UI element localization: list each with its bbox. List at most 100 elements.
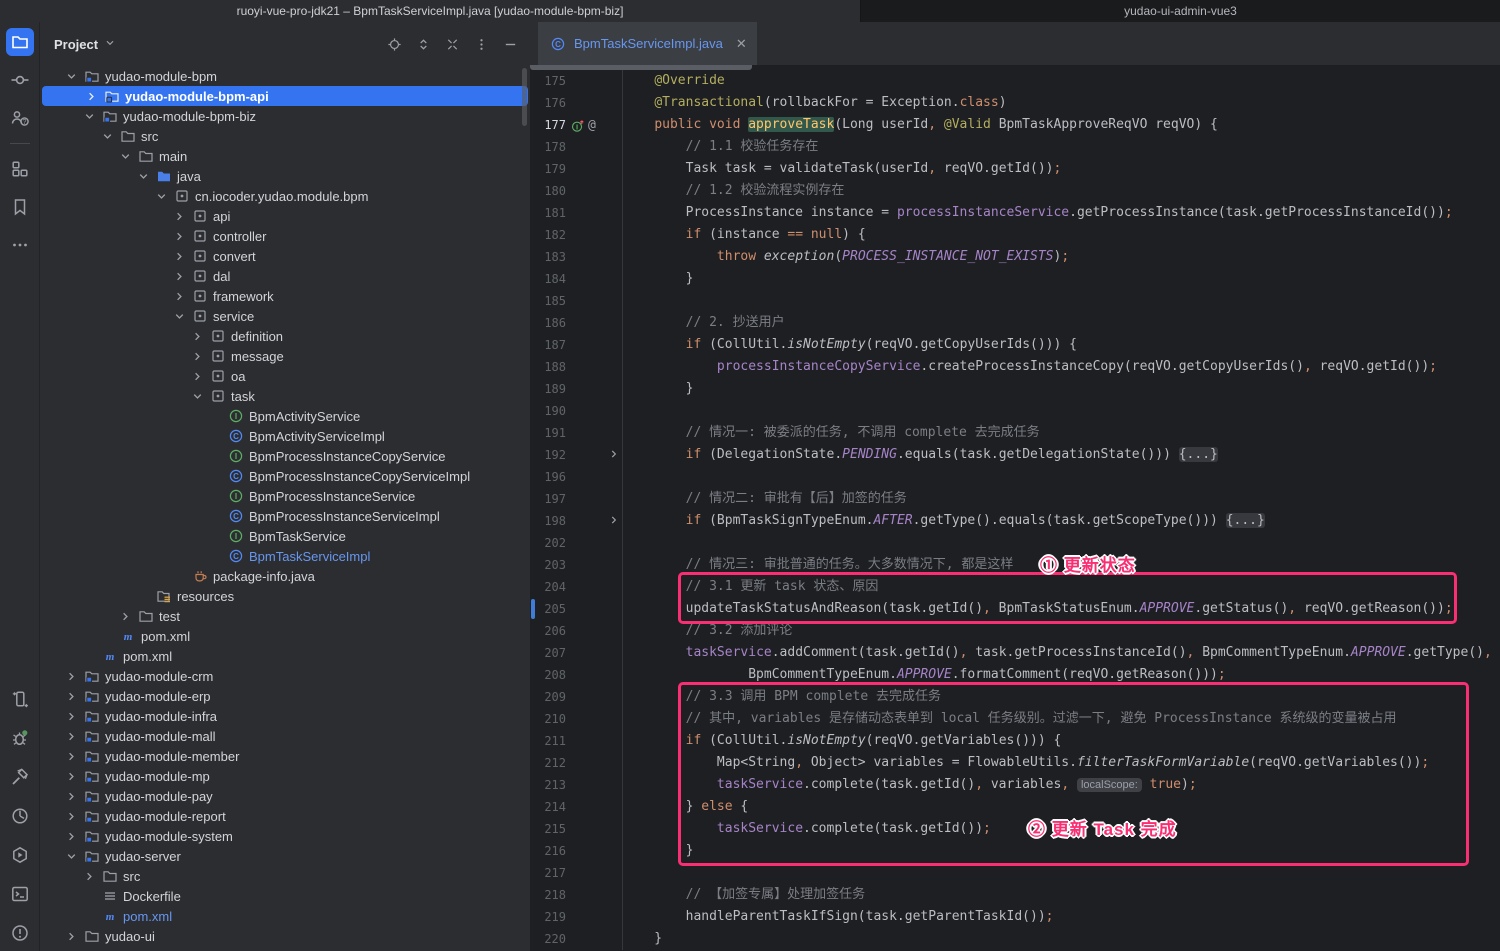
tab-close-icon[interactable]: ✕ — [736, 36, 747, 52]
code-line-207[interactable]: 207 taskService.addComment(task.getId(),… — [530, 642, 1500, 664]
chevron-right-icon[interactable] — [190, 368, 210, 384]
tree-item-yudao-module-member[interactable]: yudao-module-member — [40, 746, 530, 766]
tree-item-yudao-module-mp[interactable]: yudao-module-mp — [40, 766, 530, 786]
activity-commit-button[interactable] — [6, 66, 34, 94]
code-line-197[interactable]: 197 // 情况二: 审批有【后】加签的任务 — [530, 488, 1500, 510]
tree-item-main[interactable]: main — [40, 146, 530, 166]
code-line-218[interactable]: 218 // 【加签专属】处理加签任务 — [530, 884, 1500, 906]
tree-item-java[interactable]: java — [40, 166, 530, 186]
code-line-196[interactable]: 196 — [530, 466, 1500, 488]
project-panel-title[interactable]: Project — [54, 36, 117, 53]
code-line-219[interactable]: 219 handleParentTaskIfSign(task.getParen… — [530, 906, 1500, 928]
code-line-183[interactable]: 183 throw exception(PROCESS_INSTANCE_NOT… — [530, 246, 1500, 268]
activity-services-button[interactable] — [6, 841, 34, 869]
code-line-215[interactable]: 215 taskService.complete(task.getId()); — [530, 818, 1500, 840]
tree-item-oa[interactable]: oa — [40, 366, 530, 386]
fold-marker-icon[interactable] — [607, 513, 621, 531]
code-line-203[interactable]: 203 // 情况三: 审批普通的任务。大多数情况下, 都是这样 — [530, 554, 1500, 576]
tree-item-bpmprocessinstancecopyservice[interactable]: IBpmProcessInstanceCopyService — [40, 446, 530, 466]
chevron-down-icon[interactable] — [136, 168, 156, 184]
tree-item-bpmprocessinstanceserviceimpl[interactable]: CBpmProcessInstanceServiceImpl — [40, 506, 530, 526]
chevron-right-icon[interactable] — [84, 88, 104, 104]
tree-item-pom-xml[interactable]: mpom.xml — [40, 906, 530, 926]
code-line-188[interactable]: 188 processInstanceCopyService.createPro… — [530, 356, 1500, 378]
tree-item-framework[interactable]: framework — [40, 286, 530, 306]
chevron-down-icon[interactable] — [172, 308, 192, 324]
code-line-186[interactable]: 186 // 2. 抄送用户 — [530, 312, 1500, 334]
expand-all-icon[interactable] — [415, 36, 431, 52]
locate-icon[interactable] — [386, 36, 402, 52]
tree-item-bpmtaskservice[interactable]: IBpmTaskService — [40, 526, 530, 546]
chevron-right-icon[interactable] — [190, 348, 210, 364]
chevron-right-icon[interactable] — [172, 228, 192, 244]
tree-item-src[interactable]: src — [40, 866, 530, 886]
tree-item-package-info-java[interactable]: package-info.java — [40, 566, 530, 586]
code-line-187[interactable]: 187 if (CollUtil.isNotEmpty(reqVO.getCop… — [530, 334, 1500, 356]
collapse-all-icon[interactable] — [444, 36, 460, 52]
chevron-right-icon[interactable] — [64, 748, 84, 764]
chevron-right-icon[interactable] — [64, 928, 84, 944]
tree-item-src[interactable]: src — [40, 126, 530, 146]
code-line-220[interactable]: 220 } — [530, 928, 1500, 950]
code-line-180[interactable]: 180 // 1.2 校验流程实例存在 — [530, 180, 1500, 202]
code-line-206[interactable]: 206 // 3.2 添加评论 — [530, 620, 1500, 642]
tree-item-dal[interactable]: dal — [40, 266, 530, 286]
tree-item-convert[interactable]: convert — [40, 246, 530, 266]
project-panel-scrollbar[interactable] — [522, 68, 527, 126]
code-line-209[interactable]: 209 // 3.3 调用 BPM complete 去完成任务 — [530, 686, 1500, 708]
chevron-right-icon[interactable] — [172, 268, 192, 284]
activity-debug-button[interactable] — [6, 724, 34, 752]
hide-icon[interactable] — [502, 36, 518, 52]
tree-item-dockerfile[interactable]: Dockerfile — [40, 886, 530, 906]
code-line-202[interactable]: 202 — [530, 532, 1500, 554]
code-line-177[interactable]: 177I@ public void approveTask(Long userI… — [530, 114, 1500, 136]
tree-item-cn-iocoder-yudao-module-bpm[interactable]: cn.iocoder.yudao.module.bpm — [40, 186, 530, 206]
chevron-right-icon[interactable] — [64, 708, 84, 724]
chevron-down-icon[interactable] — [64, 68, 84, 84]
code-line-178[interactable]: 178 // 1.1 校验任务存在 — [530, 136, 1500, 158]
chevron-right-icon[interactable] — [118, 608, 138, 624]
activity-project-button[interactable] — [6, 28, 34, 56]
tree-item-pom-xml[interactable]: mpom.xml — [40, 626, 530, 646]
code-line-184[interactable]: 184 } — [530, 268, 1500, 290]
activity-terminal-button[interactable] — [6, 880, 34, 908]
chevron-down-icon[interactable] — [118, 148, 138, 164]
tree-item-yudao-module-mall[interactable]: yudao-module-mall — [40, 726, 530, 746]
tree-item-yudao-module-bpm[interactable]: yudao-module-bpm — [40, 66, 530, 86]
chevron-down-icon[interactable] — [82, 108, 102, 124]
chevron-right-icon[interactable] — [172, 248, 192, 264]
activity-profiler-button[interactable] — [6, 802, 34, 830]
tree-item-resources[interactable]: resources — [40, 586, 530, 606]
tree-item-bpmtaskserviceimpl[interactable]: CBpmTaskServiceImpl — [40, 546, 530, 566]
tree-item-yudao-ui[interactable]: yudao-ui — [40, 926, 530, 946]
chevron-right-icon[interactable] — [172, 208, 192, 224]
activity-pull-requests-button[interactable]: ? — [6, 104, 34, 132]
tree-item-yudao-module-infra[interactable]: yudao-module-infra — [40, 706, 530, 726]
tree-item-bpmactivityservice[interactable]: IBpmActivityService — [40, 406, 530, 426]
chevron-right-icon[interactable] — [64, 728, 84, 744]
activity-bookmarks-button[interactable] — [6, 193, 34, 221]
code-line-182[interactable]: 182 if (instance == null) { — [530, 224, 1500, 246]
code-line-176[interactable]: 176 @Transactional(rollbackFor = Excepti… — [530, 92, 1500, 114]
activity-more-button[interactable] — [6, 231, 34, 259]
code-line-175[interactable]: 175 @Override — [530, 70, 1500, 92]
tree-item-yudao-module-report[interactable]: yudao-module-report — [40, 806, 530, 826]
tree-item-yudao-module-bpm-biz[interactable]: yudao-module-bpm-biz — [40, 106, 530, 126]
code-line-198[interactable]: 198 if (BpmTaskSignTypeEnum.AFTER.getTyp… — [530, 510, 1500, 532]
tree-item-bpmprocessinstanceservice[interactable]: IBpmProcessInstanceService — [40, 486, 530, 506]
options-icon[interactable] — [473, 36, 489, 52]
code-line-217[interactable]: 217 — [530, 862, 1500, 884]
activity-running-devices-button[interactable] — [6, 685, 34, 713]
code-line-216[interactable]: 216 } — [530, 840, 1500, 862]
tree-item-yudao-module-bpm-api[interactable]: yudao-module-bpm-api — [42, 86, 528, 106]
fold-marker-icon[interactable] — [607, 447, 621, 465]
activity-structure-button[interactable] — [6, 155, 34, 183]
tree-item-controller[interactable]: controller — [40, 226, 530, 246]
tree-item-api[interactable]: api — [40, 206, 530, 226]
chevron-down-icon[interactable] — [100, 128, 120, 144]
chevron-down-icon[interactable] — [64, 848, 84, 864]
chevron-right-icon[interactable] — [64, 808, 84, 824]
chevron-right-icon[interactable] — [82, 868, 102, 884]
code-line-213[interactable]: 213 taskService.complete(task.getId(), v… — [530, 774, 1500, 796]
chevron-down-icon[interactable] — [190, 388, 210, 404]
